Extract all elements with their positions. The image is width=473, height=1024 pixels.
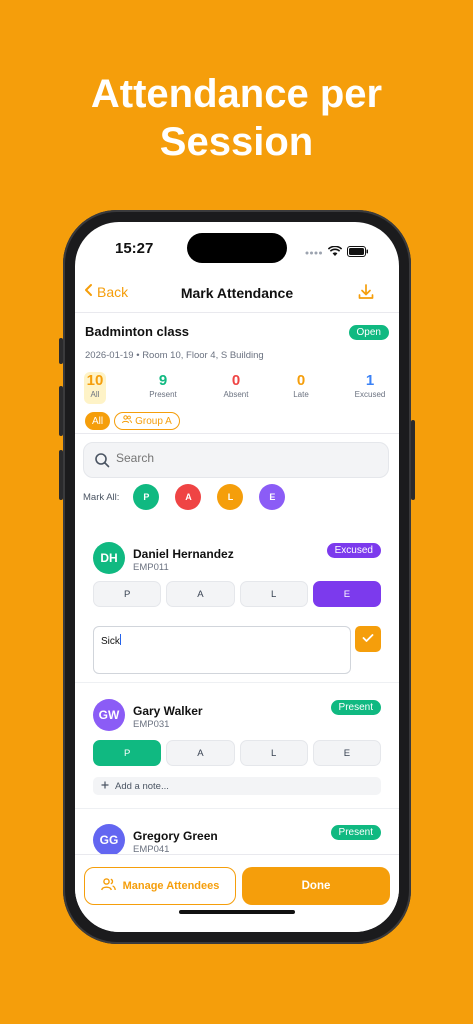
phone-frame: 15:27 Back Mark Attendance Badminton cla… [59,210,415,944]
phone-volume-down [59,450,63,500]
check-icon [362,630,374,648]
hero-title-line1: Attendance per [90,72,383,116]
filter-chip-all[interactable]: All [85,412,111,430]
manage-attendees-button[interactable]: Manage Attendees [84,867,236,905]
done-button[interactable]: Done [242,867,390,905]
search-input[interactable] [116,451,366,465]
attendee-id: EMP031 [133,719,170,730]
status-option-absent[interactable]: A [166,581,235,607]
status-badge: Excused [326,543,381,558]
session-meta: 2026-01-19 • Room 10, Floor 4, S Buildin… [85,350,264,361]
note-textarea[interactable]: Sick [93,626,351,674]
stats-row: 10 All 9 Present 0 Absent 0 Late 1 Excus… [75,372,399,406]
battery-icon [347,244,369,262]
stat-label: Late [293,390,309,399]
attendee-name: Gregory Green [133,829,218,843]
stat-value: 0 [296,372,306,389]
stat-label: Present [149,390,177,399]
attendee-card: GG Gregory Green EMP041 Present [85,816,389,856]
search-bar [83,442,389,478]
avatar: DH [93,542,125,574]
plus-icon [101,781,109,792]
app-screen: 15:27 Back Mark Attendance Badminton cla… [75,222,399,932]
status-bar: 15:27 [75,240,399,260]
status-segmented-control: P A L E [93,740,381,766]
mark-all-excused-button[interactable]: E [259,484,286,510]
nav-bar: Back Mark Attendance [75,277,399,313]
session-status-badge: Open [348,325,389,340]
status-option-excused[interactable]: E [312,740,381,766]
stat-label: Excused [354,390,386,399]
attendee-card: GW Gary Walker EMP031 Present P A L E Ad… [85,690,389,810]
search-icon [94,452,110,473]
stat-value: 10 [86,372,104,389]
attendee-name: Gary Walker [133,704,203,718]
status-option-late[interactable]: L [239,740,308,766]
status-option-excused[interactable]: E [312,581,381,607]
mark-all-row: Mark All: P A L E [83,484,301,510]
attendee-card: DH Daniel Hernandez EMP011 Excused P A L… [85,534,389,684]
status-option-late[interactable]: L [239,581,308,607]
hero-title: Attendance per Session [0,70,473,166]
download-icon [357,284,375,305]
mark-all-absent-button[interactable]: A [175,484,202,510]
mark-all-label: Mark All: [83,491,120,503]
download-button[interactable] [357,283,375,306]
wifi-icon [327,244,343,262]
hero-title-line2: Session [159,120,314,164]
add-note-button[interactable]: Add a note... [93,777,381,795]
phone-power-button [411,420,415,500]
note-text: Sick [101,636,120,647]
stat-absent[interactable]: 0 Absent [211,372,261,399]
filter-chip-group[interactable]: Group A [114,412,180,430]
bottom-action-bar: Manage Attendees Done [75,854,399,932]
save-note-button[interactable] [355,626,381,652]
add-note-label: Add a note... [115,780,169,792]
status-badge: Present [330,700,381,715]
status-option-present[interactable]: P [93,581,162,607]
home-indicator [179,910,295,914]
phone-volume-up [59,386,63,436]
mark-all-present-button[interactable]: P [133,484,160,510]
stat-label: All [90,390,100,399]
avatar: GG [93,824,125,856]
status-option-absent[interactable]: A [166,740,235,766]
filter-chips: All Group A [85,412,180,430]
divider [75,682,399,683]
page-title: Mark Attendance [180,285,294,301]
manage-attendees-label: Manage Attendees [122,880,220,892]
status-badge: Present [330,825,381,840]
avatar: GW [93,699,125,731]
users-icon [100,878,116,894]
status-time: 15:27 [115,240,154,257]
status-segmented-control: P A L E [93,581,381,607]
divider [75,808,399,809]
mark-all-late-button[interactable]: L [217,484,244,510]
stat-excused[interactable]: 1 Excused [345,372,395,399]
phone-action-button [59,338,63,364]
stat-late[interactable]: 0 Late [276,372,326,399]
session-header: Badminton class Open 2026-01-19 • Room 1… [75,314,399,434]
attendee-id: EMP011 [133,562,169,573]
stat-label: Absent [223,390,249,399]
stat-value: 9 [158,372,168,389]
stat-all[interactable]: 10 All [84,372,106,404]
users-icon [122,415,133,427]
stat-present[interactable]: 9 Present [138,372,188,399]
status-option-present[interactable]: P [93,740,162,766]
filter-chip-group-label: Group A [135,415,172,427]
signal-icon [305,244,323,262]
attendee-name: Daniel Hernandez [133,547,234,561]
session-title: Badminton class [85,324,190,339]
text-caret [119,634,121,645]
stat-value: 1 [365,372,375,389]
stat-value: 0 [231,372,241,389]
